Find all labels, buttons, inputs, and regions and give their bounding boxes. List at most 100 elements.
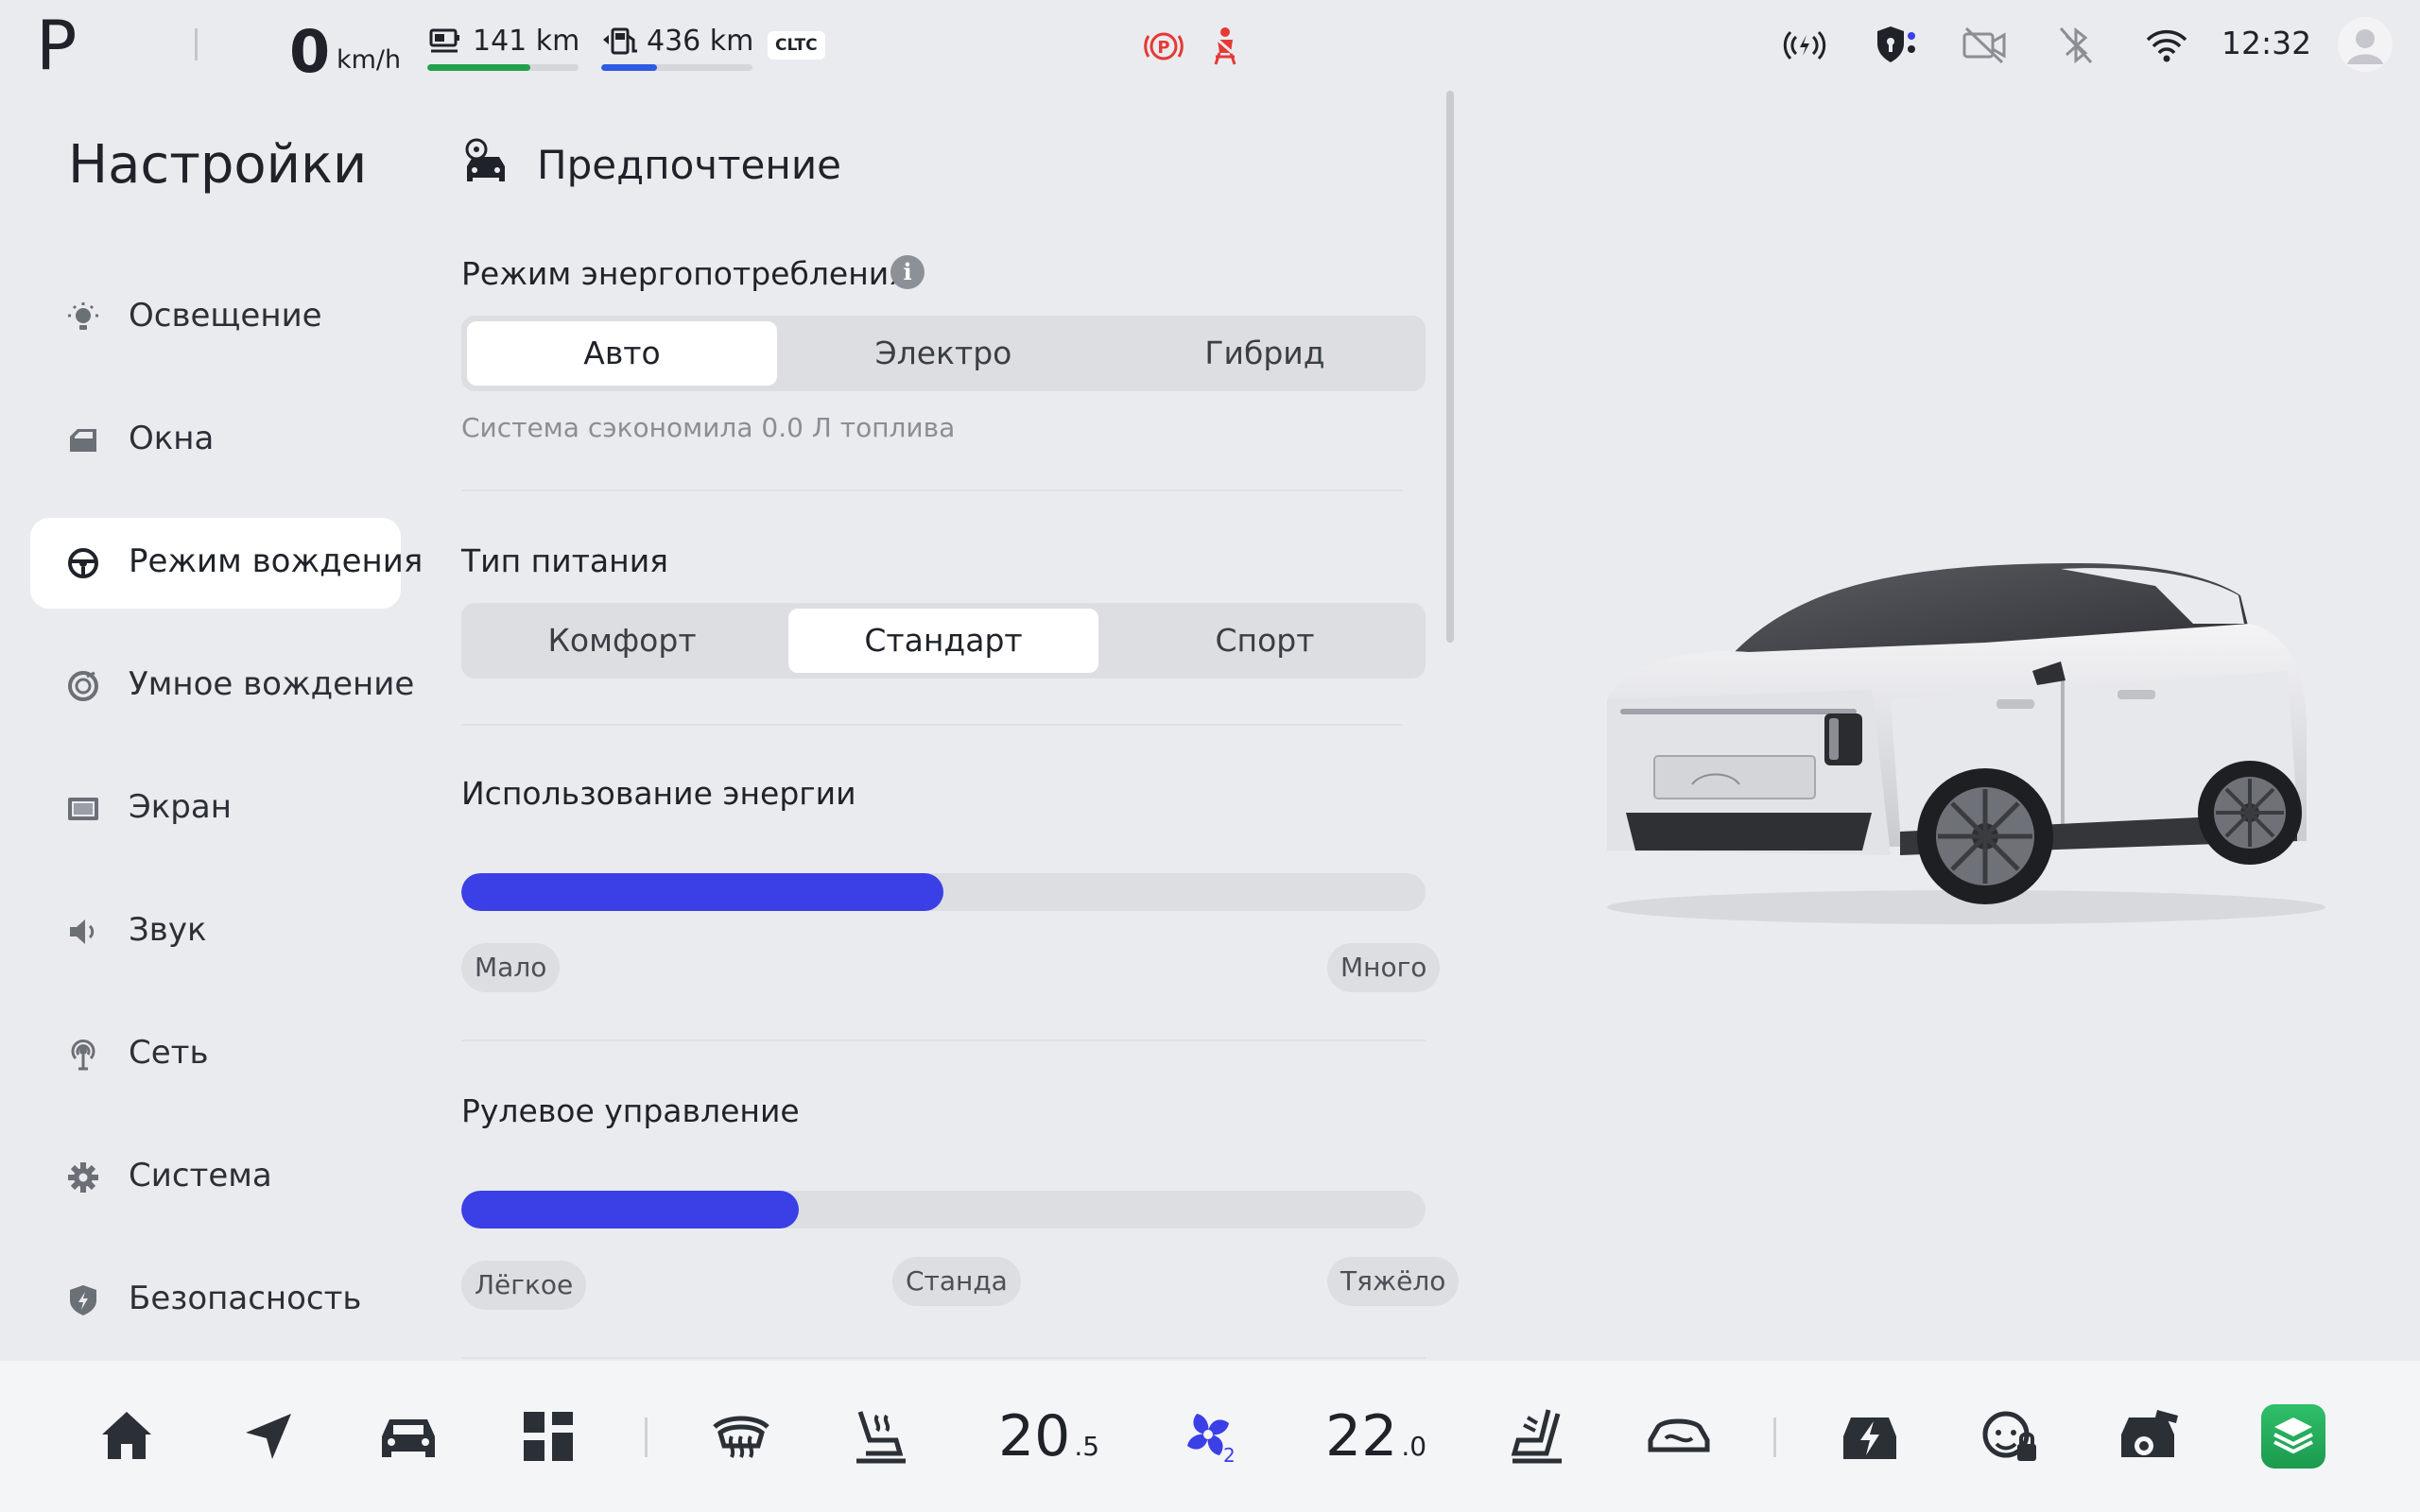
car-icon[interactable] (374, 1402, 442, 1470)
network-icon (71, 1040, 95, 1071)
seat-heat-icon[interactable] (847, 1402, 915, 1470)
energy-usage-max-label: Много (1327, 943, 1441, 992)
steering-wheel-icon (68, 548, 98, 578)
content-scrollbar[interactable] (1446, 91, 1454, 643)
right-temperature[interactable]: 22.0 (1325, 1402, 1426, 1481)
sidebar-item-label: Сеть (129, 1034, 209, 1072)
rear-defrost-icon[interactable] (707, 1402, 775, 1470)
energy-usage-label: Использование энергии (461, 775, 856, 812)
settings-title: Настройки (68, 134, 368, 196)
gear-indicator: P (36, 6, 78, 85)
preference-car-icon (465, 138, 505, 181)
fuel-range: 436 km (601, 21, 762, 77)
electric-range-fill (427, 64, 530, 71)
divider (461, 1040, 1426, 1041)
sidebar-item-security[interactable]: Безопасность (30, 1255, 401, 1346)
sidebar-item-label: Окна (129, 420, 215, 457)
right-temp-int: 22 (1325, 1403, 1398, 1469)
user-avatar[interactable] (2338, 17, 2393, 72)
energy-mode-label: Режим энергопотребления (461, 255, 908, 292)
car-air-icon[interactable] (1645, 1402, 1713, 1470)
steering-fill (461, 1191, 799, 1228)
car-image (1607, 563, 2325, 924)
energy-mode-hybrid[interactable]: Гибрид (1110, 321, 1420, 386)
energy-mode-electric[interactable]: Электро (788, 321, 1098, 386)
window-icon (70, 429, 96, 452)
navigation-icon[interactable] (234, 1402, 302, 1470)
parking-brake-warning-icon: P (1144, 32, 1184, 60)
dock-divider (645, 1418, 648, 1457)
dock-divider (1773, 1418, 1776, 1457)
sidebar-item-label: Система (129, 1157, 272, 1194)
wifi-icon (2146, 29, 2187, 62)
speaker-icon (70, 919, 95, 944)
screen-icon (68, 798, 98, 820)
steering-label: Рулевое управление (461, 1092, 800, 1129)
sidebar-item-label: Экран (129, 788, 232, 826)
electric-range-text: 141 km (473, 25, 580, 58)
sidebar-item-sound[interactable]: Звук (30, 886, 401, 977)
power-type-selector: Комфорт Стандарт Спорт (461, 603, 1426, 679)
sidebar-item-label: Освещение (129, 297, 322, 335)
camera-car-icon[interactable] (2116, 1402, 2184, 1470)
steering-slider[interactable] (461, 1191, 1426, 1228)
bluetooth-off-icon (2059, 26, 2093, 64)
sidebar-item-lighting[interactable]: Освещение (30, 272, 401, 363)
fan-control[interactable]: 2 (1176, 1402, 1244, 1470)
battery-car-icon (429, 28, 459, 53)
info-icon[interactable]: i (890, 255, 925, 289)
fuel-range-fill (601, 64, 658, 71)
camera-off-icon (1962, 26, 2006, 64)
fuel-range-text: 436 km (647, 25, 754, 58)
apps-grid-icon[interactable] (514, 1402, 582, 1470)
power-type-comfort[interactable]: Комфорт (467, 609, 777, 673)
energy-mode-auto[interactable]: Авто (467, 321, 777, 386)
steering-min-label: Лёгкое (461, 1261, 587, 1310)
clock: 12:32 (2221, 25, 2312, 61)
sidebar-item-label: Звук (129, 911, 207, 949)
status-divider (195, 28, 198, 60)
power-type-sport[interactable]: Спорт (1110, 609, 1420, 673)
sidebar-item-label: Режим вождения (129, 542, 424, 580)
steering-mid-label: Станда (892, 1257, 1021, 1306)
energy-usage-slider[interactable] (461, 873, 1426, 911)
left-temperature[interactable]: 20.5 (998, 1402, 1099, 1481)
sidebar-item-system[interactable]: Система (30, 1132, 401, 1223)
driver-monitor-icon[interactable] (1976, 1402, 2044, 1470)
sidebar-item-label: Безопасность (129, 1280, 362, 1317)
fuel-saved-hint: Система сэкономила 0.0 Л топлива (461, 412, 956, 443)
gear-icon (68, 1162, 98, 1193)
app-stack-icon (2273, 1418, 2313, 1454)
sidebar-item-drive-mode[interactable]: Режим вождения (30, 518, 423, 609)
sidebar-item-screen[interactable]: Экран (30, 764, 401, 854)
fuel-pump-icon (603, 27, 637, 55)
power-type-standard[interactable]: Стандарт (788, 609, 1098, 673)
energy-usage-min-label: Мало (461, 943, 561, 992)
fan-level: 2 (1223, 1444, 1236, 1467)
bottom-dock: 20.5 2 22.0 (0, 1361, 2420, 1512)
power-type-label: Тип питания (461, 542, 669, 579)
seat-recline-icon[interactable] (1505, 1402, 1573, 1470)
smart-driving-icon (68, 671, 98, 701)
divider (461, 1357, 1426, 1359)
divider (461, 724, 1403, 726)
range-standard-badge: CLTC (768, 31, 825, 60)
charging-icon[interactable] (1836, 1402, 1904, 1470)
right-temp-dec: .0 (1401, 1431, 1427, 1462)
seatbelt-warning-icon (1214, 27, 1236, 65)
electric-range: 141 km (427, 21, 588, 77)
electric-range-bar (427, 64, 579, 71)
sidebar-item-network[interactable]: Сеть (30, 1009, 401, 1100)
sidebar-item-label: Умное вождение (129, 665, 415, 703)
shield-icon (70, 1285, 96, 1315)
steering-max-label: Тяжёло (1327, 1257, 1460, 1306)
energy-usage-fill (461, 873, 943, 911)
home-icon[interactable] (93, 1402, 161, 1470)
speed-unit: km/h (337, 45, 402, 75)
status-bar: P 0 km/h 141 km 436 km CLTC P 12:32 (0, 0, 2420, 91)
section-title: Предпочтение (537, 142, 841, 188)
sidebar-item-windows[interactable]: Окна (30, 395, 401, 486)
sidebar-item-smart-driving[interactable]: Умное вождение (30, 641, 414, 731)
energy-mode-selector: Авто Электро Гибрид (461, 316, 1426, 391)
app-stack-button[interactable] (2261, 1404, 2325, 1469)
